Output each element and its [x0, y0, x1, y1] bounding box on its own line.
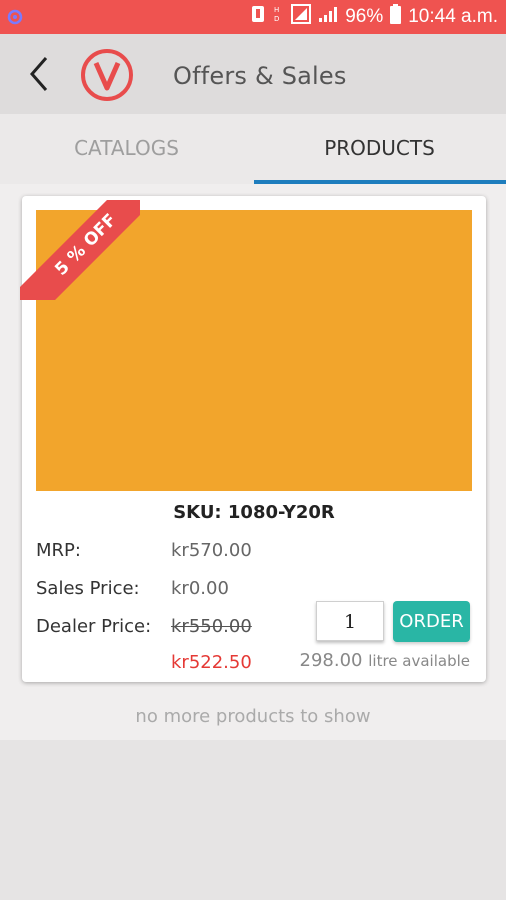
dealer-price-discounted: kr522.50: [171, 652, 252, 673]
tab-catalogs[interactable]: CATALOGS: [0, 114, 253, 184]
available-amount: 298.00: [299, 650, 363, 671]
back-button[interactable]: [22, 52, 58, 96]
battery-icon: [390, 4, 402, 30]
sales-price-label: Sales Price:: [36, 578, 140, 599]
product-sku: SKU: 1080-Y20R: [173, 502, 335, 523]
mrp-label: MRP:: [36, 540, 81, 561]
dealer-price-original: kr550.00: [171, 616, 252, 637]
dealer-price-label: Dealer Price:: [36, 616, 152, 637]
hd-icon: HD: [272, 4, 284, 30]
sales-price-value: kr0.00: [171, 578, 229, 599]
sim-signal-icon: [291, 4, 312, 30]
page-title: Offers & Sales: [173, 62, 347, 90]
clock: 10:44 a.m.: [408, 6, 498, 27]
svg-text:D: D: [274, 15, 279, 23]
app-header: Offers & Sales: [0, 34, 506, 114]
end-of-list-message: no more products to show: [135, 706, 371, 727]
tab-bar: CATALOGS PRODUCTS: [0, 114, 506, 184]
discount-ribbon: 5 % OFF: [20, 200, 140, 300]
battery-percent: 96%: [345, 6, 384, 27]
chevron-left-icon: [30, 57, 48, 91]
signal-icon: [318, 5, 338, 29]
available-unit: litre available: [368, 652, 470, 670]
stock-availability: 298.00 litre available: [300, 650, 470, 671]
settings-icon: [6, 8, 24, 26]
quantity-input[interactable]: 1: [316, 601, 384, 641]
notification-icon: [251, 5, 265, 29]
discount-badge: 5 % OFF: [20, 200, 140, 300]
mrp-value: kr570.00: [171, 540, 252, 561]
app-logo: [80, 48, 134, 102]
status-icons: HD 96% 10:44 a.m.: [251, 0, 498, 34]
status-bar: HD 96% 10:44 a.m.: [0, 0, 506, 34]
svg-text:H: H: [274, 6, 279, 14]
tab-products[interactable]: PRODUCTS: [253, 114, 506, 184]
order-button[interactable]: ORDER: [393, 601, 470, 642]
